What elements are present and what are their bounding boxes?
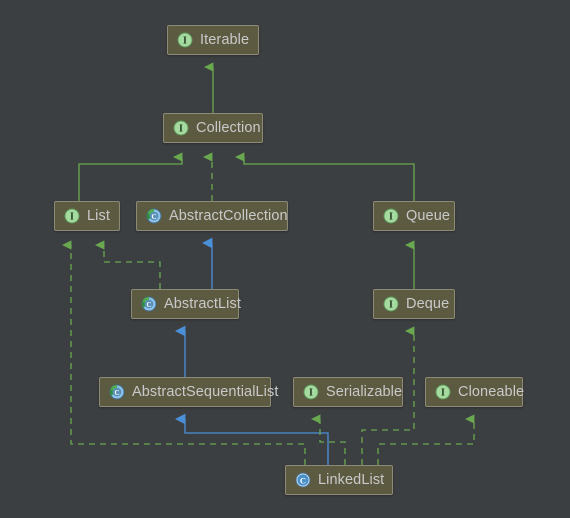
edge-list-collection (78, 152, 183, 201)
class-node-iterable[interactable]: I Iterable (167, 25, 259, 55)
class-node-queue[interactable]: I Queue (373, 201, 455, 231)
interface-icon: I (64, 208, 80, 224)
class-node-label: Collection (196, 119, 261, 136)
svg-text:C: C (151, 213, 156, 221)
edge-linkedlist-serializable (310, 414, 346, 465)
svg-text:C: C (146, 301, 151, 309)
edge-abstractlist-list (94, 240, 161, 289)
class-diagram-canvas[interactable]: I Iterable I Collection I List C AbstractCollec… (0, 0, 570, 518)
class-node-label: List (87, 207, 110, 224)
class-node-abstractcollection[interactable]: C AbstractCollection (136, 201, 288, 231)
class-node-abstractsequentiallist[interactable]: C AbstractSequentialList (99, 377, 278, 407)
abstract-class-icon: C (146, 208, 162, 224)
class-node-cloneable[interactable]: I Cloneable (425, 377, 525, 407)
class-node-collection[interactable]: I Collection (163, 113, 263, 143)
class-node-linkedlist[interactable]: C LinkedList (285, 465, 393, 495)
class-node-label: AbstractSequentialList (132, 383, 279, 400)
class-node-label: Cloneable (458, 383, 525, 400)
interface-icon: I (435, 384, 451, 400)
svg-text:C: C (114, 389, 119, 397)
interface-icon: I (303, 384, 319, 400)
edge-linkedlist-cloneable (377, 414, 475, 465)
svg-text:I: I (179, 124, 183, 135)
svg-text:I: I (441, 388, 445, 399)
svg-text:I: I (70, 212, 74, 223)
edge-linkedlist-list (61, 240, 306, 465)
class-node-label: AbstractCollection (169, 207, 288, 224)
class-node-abstractlist[interactable]: C AbstractList (131, 289, 241, 319)
svg-text:I: I (389, 300, 393, 311)
class-node-label: Queue (406, 207, 451, 224)
class-icon: C (295, 472, 311, 488)
svg-text:I: I (389, 212, 393, 223)
interface-icon: I (173, 120, 189, 136)
svg-text:I: I (183, 36, 187, 47)
class-node-serializable[interactable]: I Serializable (293, 377, 403, 407)
svg-text:C: C (300, 475, 306, 485)
abstract-class-icon: C (141, 296, 157, 312)
diagram-edges (61, 62, 475, 465)
class-node-list[interactable]: I List (54, 201, 120, 231)
interface-icon: I (383, 208, 399, 224)
class-node-label: Deque (406, 295, 450, 312)
edge-queue-collection (234, 152, 415, 201)
interface-icon: I (383, 296, 399, 312)
abstract-class-icon: C (109, 384, 125, 400)
edge-linkedlist-abstractsequentiallist (175, 413, 329, 465)
interface-icon: I (177, 32, 193, 48)
svg-text:I: I (309, 388, 313, 399)
class-node-deque[interactable]: I Deque (373, 289, 455, 319)
class-node-label: AbstractList (164, 295, 241, 312)
class-node-label: Iterable (200, 31, 250, 48)
class-node-label: Serializable (326, 383, 403, 400)
class-node-label: LinkedList (318, 471, 385, 488)
